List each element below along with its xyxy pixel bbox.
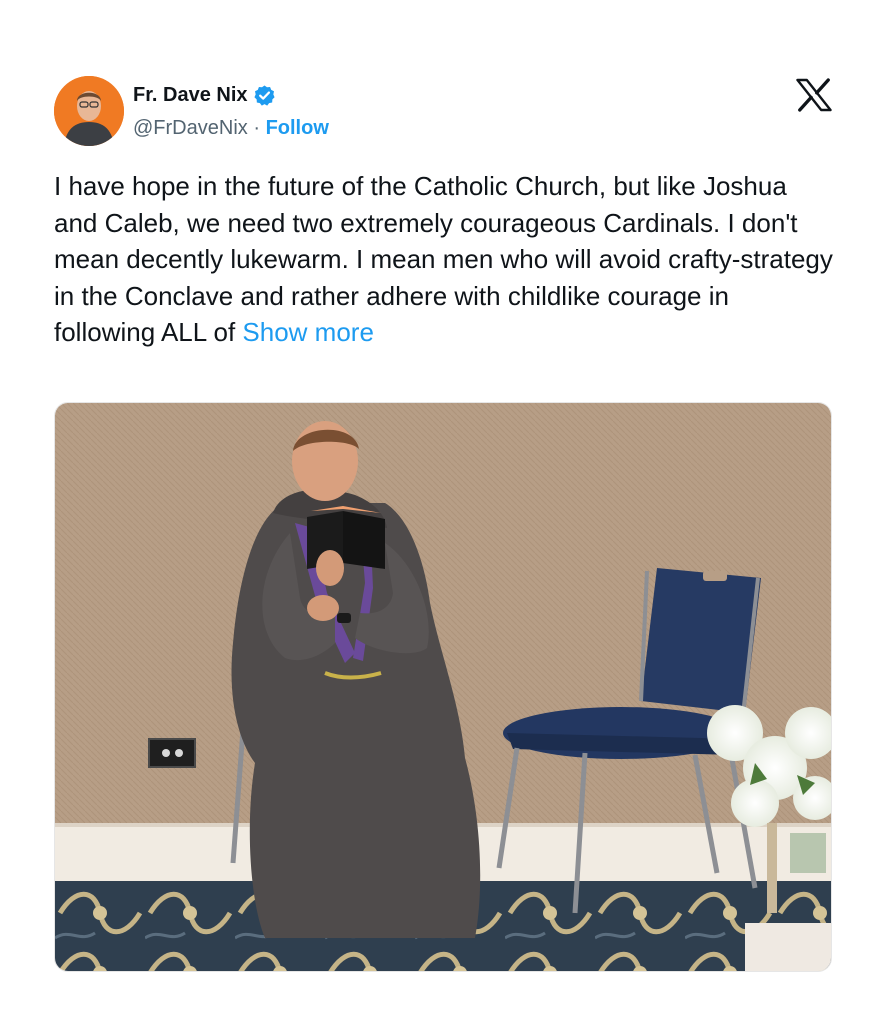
- tweet-body: I have hope in the future of the Catholi…: [54, 171, 833, 347]
- x-logo-icon[interactable]: [796, 78, 832, 112]
- author-handle-row: @FrDaveNix · Follow: [133, 117, 329, 140]
- verified-badge-icon: [253, 85, 275, 106]
- tweet-photo[interactable]: [54, 402, 832, 972]
- author-avatar[interactable]: [54, 76, 124, 146]
- separator-dot: ·: [253, 117, 260, 139]
- avatar-portrait-icon: [54, 76, 124, 146]
- tweet-text: I have hope in the future of the Catholi…: [54, 168, 834, 351]
- show-more-link[interactable]: Show more: [242, 317, 374, 347]
- photo-image: [55, 403, 831, 971]
- author-name[interactable]: Fr. Dave Nix: [133, 84, 248, 107]
- follow-button[interactable]: Follow: [266, 117, 329, 139]
- author-handle[interactable]: @FrDaveNix: [133, 117, 248, 139]
- author-name-row: Fr. Dave Nix: [133, 84, 276, 107]
